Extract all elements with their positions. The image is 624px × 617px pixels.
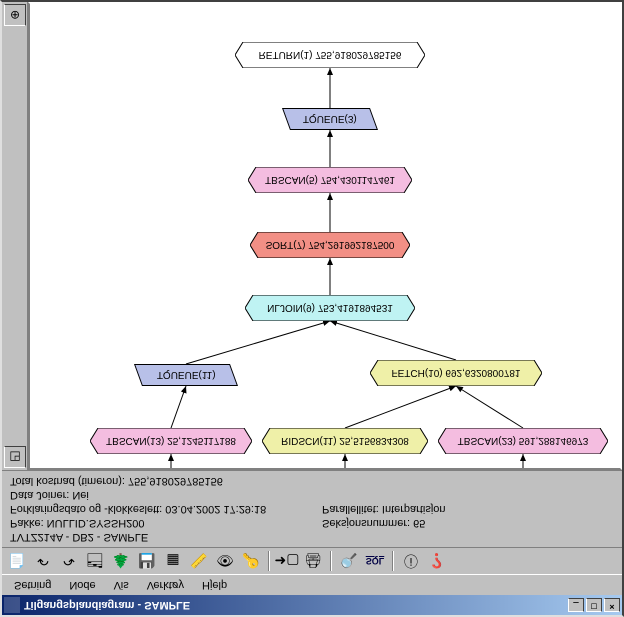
side-tools: ◳ ⊕ (2, 2, 28, 470)
menu-hjelp[interactable]: Hjelp (194, 577, 235, 593)
node-return1[interactable]: RETURN(1) 755,918029785156 (235, 42, 425, 68)
close-button[interactable]: × (604, 598, 620, 612)
info-totalcost: Total kostnad (timeron): 755,91802978515… (10, 475, 614, 487)
menu-vis[interactable]: Vis (106, 577, 137, 593)
content: ◳ ⊕ TBSCAN(13) 25,1245117188 RIDSCN(11) 2… (2, 2, 622, 470)
info-parallel: Parallellitet: Interpartisjon (322, 503, 614, 515)
node-label: FETCH(10) 692,6320800781 (370, 360, 542, 386)
maximize-button[interactable]: □ (586, 598, 602, 612)
titlebar: Tilgangsplandiagram - SAMPLE _ □ × (2, 595, 622, 615)
info-datajoiner: Data Joiner: Nei (10, 489, 614, 501)
ruler-icon[interactable]: 📏 (188, 550, 210, 572)
info-timestamp: Forklaringsdato og -klokkeslett: 03.04.2… (10, 503, 302, 515)
help-icon[interactable]: ❓ (426, 550, 448, 572)
window-title: Tilgangsplandiagram - SAMPLE (24, 599, 568, 611)
toolbar: 📄 ↶ ↷ 🗂 🌲 💾 ▦ 📏 👁 🔑 ➜▢ 🖨 🔍 SQL ⓘ ❓ (2, 547, 622, 575)
node-label: TQUEUE(3) (303, 114, 357, 125)
node-label: NLJOIN(9) 753,4191894531 (245, 295, 415, 321)
menu-node[interactable]: Node (61, 577, 103, 593)
menubar: Setning Node Vis Verktøy Hjelp (2, 575, 622, 595)
node-label: TBSCAN(5) 754,4301147461 (248, 167, 412, 193)
doc-icon[interactable]: 📄 (6, 550, 28, 572)
info-package: Pakke: NULLID.SYSSH200 (10, 517, 302, 529)
toolbar-sep (330, 551, 332, 571)
toolbar-sep (268, 551, 270, 571)
app-icon (4, 597, 20, 613)
node-label: RETURN(1) 755,918029785156 (235, 42, 425, 68)
node-label: SORT(7) 754,291992187500 (250, 232, 410, 258)
node-nljoin9[interactable]: NLJOIN(9) 753,4191894531 (245, 295, 415, 321)
node-label: RIDSCN(11) 25,5156834308 (262, 428, 428, 454)
undo-icon[interactable]: ↶ (32, 550, 54, 572)
zoom-button[interactable]: ⊕ (4, 4, 26, 26)
side-spacer (4, 28, 25, 444)
node-tbscan5[interactable]: TBSCAN(5) 754,4301147461 (248, 167, 412, 193)
print-icon[interactable]: 🖨 (302, 550, 324, 572)
node-label: TBSCAN(13) 25,1245117188 (90, 428, 252, 454)
tree-icon[interactable]: 🌲 (110, 550, 132, 572)
overview-button[interactable]: ◳ (4, 446, 26, 468)
info-icon[interactable]: ⓘ (400, 550, 422, 572)
toolbar-sep (392, 551, 394, 571)
node-label: TBSCAN(23) 591,288146973 (438, 428, 608, 454)
node-label: TQUEUE(11) (157, 370, 216, 381)
node-fetch10[interactable]: FETCH(10) 692,6320800781 (370, 360, 542, 386)
view-icon[interactable]: 👁 (214, 550, 236, 572)
minimize-button[interactable]: _ (568, 598, 584, 612)
goto-icon[interactable]: ➜▢ (276, 550, 298, 572)
file-icon[interactable]: 🗂 (84, 550, 106, 572)
node-tqueue3[interactable]: TQUEUE(3) (286, 108, 374, 130)
info-panel: TVTZ214A - DB2 - SAMPLE Pakke: NULLID.SY… (2, 470, 622, 547)
zoomin-icon[interactable]: 🔍 (338, 550, 360, 572)
node-sort7[interactable]: SORT(7) 754,291992187500 (250, 232, 410, 258)
node-tbscan23[interactable]: TBSCAN(23) 591,288146973 (438, 428, 608, 454)
save-icon[interactable]: 💾 (136, 550, 158, 572)
grid-icon[interactable]: ▦ (162, 550, 184, 572)
info-source: TVTZ214A - DB2 - SAMPLE (10, 531, 614, 543)
node-tbscan13[interactable]: TBSCAN(13) 25,1245117188 (90, 428, 252, 454)
redo-icon[interactable]: ↷ (58, 550, 80, 572)
info-section: Seksjonsnummer: 65 (322, 517, 614, 529)
menu-setning[interactable]: Setning (6, 577, 59, 593)
menu-verktoy[interactable]: Verktøy (139, 577, 192, 593)
key-icon[interactable]: 🔑 (240, 550, 262, 572)
sql-icon[interactable]: SQL (364, 550, 386, 572)
diagram-canvas[interactable]: TBSCAN(13) 25,1245117188 RIDSCN(11) 25,51… (28, 2, 622, 470)
node-ridscn11[interactable]: RIDSCN(11) 25,5156834308 (262, 428, 428, 454)
window-buttons: _ □ × (568, 598, 620, 612)
node-tqueue11[interactable]: TQUEUE(11) (138, 364, 234, 386)
